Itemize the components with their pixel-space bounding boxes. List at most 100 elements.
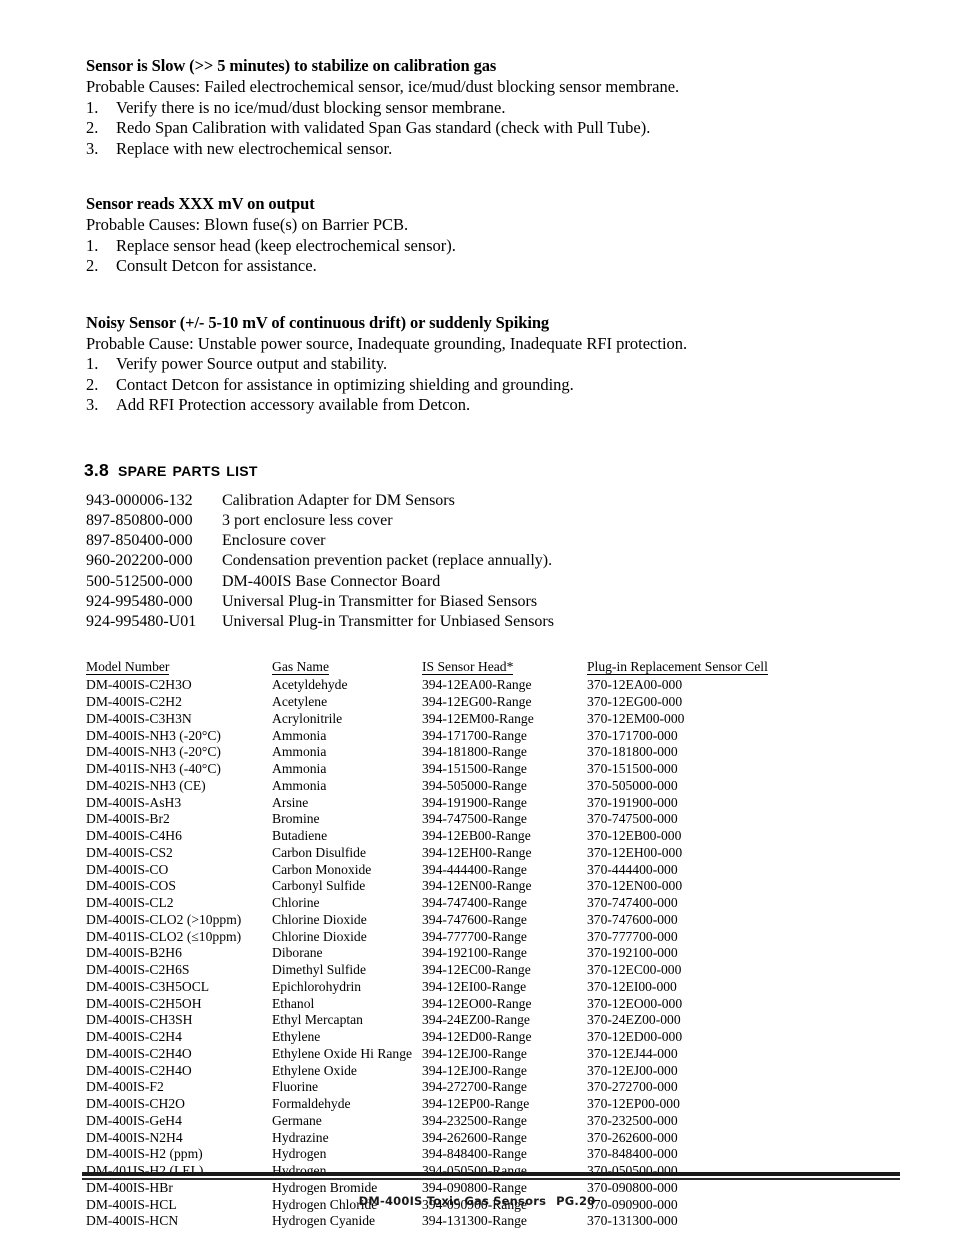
list-item-text: Redo Span Calibration with validated Spa… — [116, 118, 651, 137]
part-description: DM-400IS Base Connector Board — [222, 572, 441, 590]
cell-model-number: DM-400IS-N2H4 — [86, 1129, 183, 1145]
part-number: 897-850400-000 — [86, 532, 193, 550]
list-item: 500-512500-000 DM-400IS Base Connector B… — [86, 572, 554, 592]
list-item-number: 2. — [86, 118, 99, 137]
table-row: DM-400IS-NH3 (-20°C) Ammonia 394-171700-Ra… — [86, 728, 768, 745]
cell-plugin-replacement-sensor-cell: 370-848400-000 — [587, 1146, 678, 1162]
table-row: DM-400IS-CLO2 (>10ppm) Chlorine Dioxide 39… — [86, 912, 768, 929]
cell-gas-name: Carbon Disulfide — [272, 844, 367, 860]
cell-is-sensor-head: 394-181800-Range — [422, 744, 527, 760]
cell-plugin-replacement-sensor-cell: 370-262600-000 — [587, 1129, 678, 1145]
part-number: 924-995480-U01 — [86, 613, 197, 631]
cell-model-number: DM-400IS-CH2O — [86, 1096, 185, 1112]
table-row: DM-400IS-C2H6S Dimethyl Sulfide 394-12EC00… — [86, 962, 768, 979]
troubleshooting-steps: 1. Replace sensor head (keep electrochemi… — [84, 236, 904, 277]
cell-model-number: DM-400IS-CO — [86, 861, 169, 877]
table-row: DM-400IS-CL2 Chlorine 394-747400-Range 370-… — [86, 895, 768, 912]
cell-model-number: DM-400IS-C2H5OH — [86, 995, 202, 1011]
troubleshooting-heading: Noisy Sensor (+/- 5-10 mV of continuous … — [86, 312, 550, 332]
section-title: Spare Parts List — [117, 458, 258, 481]
probable-causes-text: Probable Causes: Blown fuse(s) on Barrie… — [86, 215, 409, 234]
table-row: DM-400IS-C3H5OCL Epichlorohydrin 394-12EI0… — [86, 979, 768, 996]
cell-plugin-replacement-sensor-cell: 370-131300-000 — [587, 1213, 678, 1229]
list-item: 960-202200-000 Condensation prevention p… — [86, 551, 554, 571]
cell-plugin-replacement-sensor-cell: 370-12EC00-000 — [587, 962, 682, 978]
column-header-plugin-replacement-sensor-cell: Plug-in Replacement Sensor Cell — [587, 658, 768, 675]
troubleshooting-steps: 1. Verify power Source output and stabili… — [84, 354, 904, 416]
part-number: 943-000006-132 — [86, 491, 193, 509]
table-row: DM-400IS-C3H3N Acrylonitrile 394-12EM00-Ra… — [86, 711, 768, 728]
footer-divider — [82, 1172, 900, 1180]
table-row: DM-401IS-CLO2 (≤10ppm) Chlorine Dioxide 39… — [86, 929, 768, 946]
table-row: DM-401IS-NH3 (-40°C) Ammonia 394-151500-Ra… — [86, 761, 768, 778]
cell-gas-name: Formaldehyde — [272, 1096, 351, 1112]
cell-is-sensor-head: 394-151500-Range — [422, 761, 527, 777]
troubleshooting-block-sensor-reads-mv: Sensor reads XXX mV on output Probable C… — [84, 194, 904, 277]
cell-plugin-replacement-sensor-cell: 370-171700-000 — [587, 727, 678, 743]
cell-model-number: DM-400IS-F2 — [86, 1079, 164, 1095]
cell-plugin-replacement-sensor-cell: 370-12EJ00-000 — [587, 1062, 678, 1078]
cell-model-number: DM-400IS-Br2 — [86, 811, 170, 827]
cell-plugin-replacement-sensor-cell: 370-232500-000 — [587, 1112, 678, 1128]
list-item-text: Consult Detcon for assistance. — [116, 256, 317, 275]
spare-parts-list: 943-000006-132 Calibration Adapter for D… — [86, 491, 554, 633]
list-item: 3. Add RFI Protection accessory available… — [84, 395, 904, 416]
table-row: DM-400IS-Br2 Bromine 394-747500-Range 370-7… — [86, 811, 768, 828]
cell-plugin-replacement-sensor-cell: 370-12EP00-000 — [587, 1096, 680, 1112]
cell-gas-name: Hydrogen — [272, 1146, 327, 1162]
cell-is-sensor-head: 394-12EH00-Range — [422, 844, 532, 860]
list-item-number: 2. — [86, 256, 99, 275]
footer-page-number: PG.20 — [556, 1194, 596, 1208]
list-item: 897-850800-000 3 port enclosure less cov… — [86, 511, 554, 531]
cell-is-sensor-head: 394-444400-Range — [422, 861, 527, 877]
section-number: 3.8 — [84, 459, 109, 480]
document-page: Sensor is Slow (>> 5 minutes) to stabili… — [0, 0, 954, 1235]
cell-plugin-replacement-sensor-cell: 370-191900-000 — [587, 794, 678, 810]
cell-model-number: DM-400IS-C2H3O — [86, 677, 192, 693]
cell-is-sensor-head: 394-12EC00-Range — [422, 962, 531, 978]
cell-model-number: DM-400IS-HCN — [86, 1213, 179, 1229]
table-row: DM-400IS-CH2O Formaldehyde 394-12EP00-Rang… — [86, 1096, 768, 1113]
cell-plugin-replacement-sensor-cell: 370-272700-000 — [587, 1079, 678, 1095]
probable-causes-text: Probable Cause: Unstable power source, I… — [86, 333, 688, 353]
cell-model-number: DM-400IS-NH3 (-20°C) — [86, 744, 221, 760]
footer-rule-thin — [82, 1178, 900, 1180]
troubleshooting-heading: Sensor is Slow (>> 5 minutes) to stabili… — [86, 56, 497, 75]
cell-is-sensor-head: 394-232500-Range — [422, 1112, 527, 1128]
cell-is-sensor-head: 394-12EJ00-Range — [422, 1062, 527, 1078]
cell-gas-name: Fluorine — [272, 1079, 319, 1095]
part-number: 960-202200-000 — [86, 552, 193, 570]
cell-plugin-replacement-sensor-cell: 370-12EM00-000 — [587, 710, 685, 726]
cell-is-sensor-head: 394-12EP00-Range — [422, 1096, 530, 1112]
column-header-is-sensor-head: IS Sensor Head* — [422, 658, 514, 675]
list-item: 1. Verify there is no ice/mud/dust blocki… — [84, 98, 904, 119]
cell-is-sensor-head: 394-171700-Range — [422, 727, 527, 743]
cell-plugin-replacement-sensor-cell: 370-747500-000 — [587, 811, 678, 827]
part-description: Condensation prevention packet (replace … — [222, 552, 553, 570]
cell-is-sensor-head: 394-262600-Range — [422, 1129, 527, 1145]
cell-gas-name: Ammonia — [272, 777, 327, 793]
cell-is-sensor-head: 394-12EJ00-Range — [422, 1045, 527, 1061]
cell-gas-name: Bromine — [272, 811, 320, 827]
table-row: DM-400IS-HCN Hydrogen Cyanide 394-131300-R… — [86, 1213, 768, 1230]
cell-plugin-replacement-sensor-cell: 370-12EA00-000 — [587, 677, 683, 693]
cell-is-sensor-head: 394-12EO00-Range — [422, 995, 532, 1011]
list-item-number: 3. — [86, 395, 99, 414]
cell-gas-name: Arsine — [272, 794, 309, 810]
table-row: DM-400IS-C4H6 Butadiene 394-12EB00-Range 37… — [86, 828, 768, 845]
table-row: DM-400IS-C2H4O Ethylene Oxide 394-12EJ00-R… — [86, 1063, 768, 1080]
cell-model-number: DM-400IS-H2 (ppm) — [86, 1146, 203, 1162]
table-row: DM-400IS-F2 Fluorine 394-272700-Range 370-2… — [86, 1079, 768, 1096]
cell-is-sensor-head: 394-848400-Range — [422, 1146, 527, 1162]
cell-plugin-replacement-sensor-cell: 370-181800-000 — [587, 744, 678, 760]
list-item: 3. Replace with new electrochemical senso… — [84, 139, 904, 160]
cell-plugin-replacement-sensor-cell: 370-12EI00-000 — [587, 978, 677, 994]
cell-plugin-replacement-sensor-cell: 370-151500-000 — [587, 761, 678, 777]
table-header-row: Model Number Gas Name IS Sensor Head* Pl… — [86, 659, 768, 678]
list-item-number: 2. — [86, 374, 99, 394]
cell-is-sensor-head: 394-747600-Range — [422, 911, 527, 927]
cell-model-number: DM-400IS-C2H6S — [86, 962, 190, 978]
cell-model-number: DM-400IS-B2H6 — [86, 945, 182, 961]
cell-is-sensor-head: 394-12EN00-Range — [422, 878, 532, 894]
